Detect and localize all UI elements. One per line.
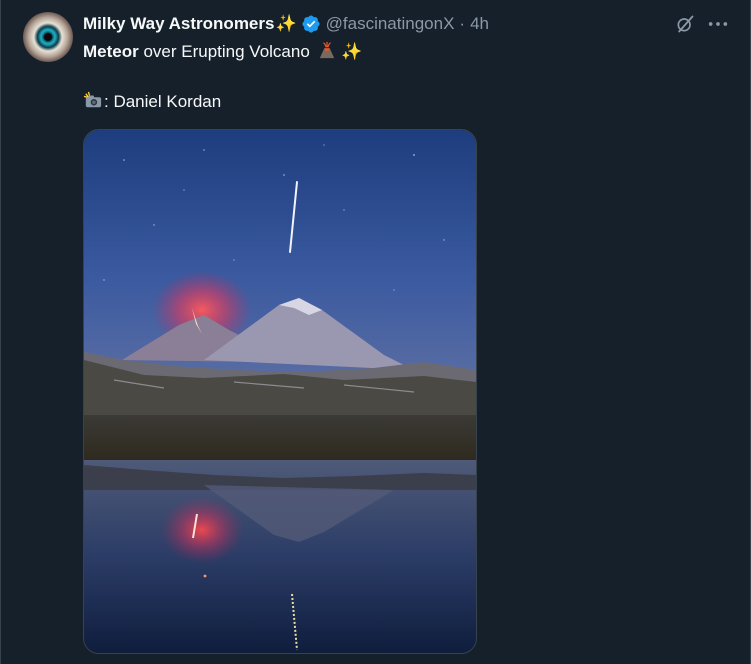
user-handle[interactable]: @fascinatingonX [326,14,455,34]
more-options-icon[interactable] [707,14,729,34]
tweet-text: over Erupting Volcano [138,42,310,61]
tweet-photo[interactable] [83,129,477,654]
photo-meteor-volcano [84,130,476,653]
separator-dot: · [459,14,466,33]
photo-credit: : Daniel Kordan [104,92,222,111]
tweet-text-line-2: : Daniel Kordan [83,91,221,113]
sparkle-emoji: ✨ [275,14,297,33]
camera-flash-emoji-icon [83,91,102,108]
grok-icon[interactable] [675,14,695,34]
display-name[interactable]: Milky Way Astronomers [83,14,274,34]
tweet-header: Milky Way Astronomers ✨ @fascinatingonX … [83,13,489,35]
volcano-emoji-icon [319,41,334,59]
avatar[interactable] [23,12,73,62]
timestamp[interactable]: 4h [470,14,489,34]
tweet-text-bold: Meteor [83,42,139,61]
tweet-card[interactable]: Milky Way Astronomers ✨ @fascinatingonX … [0,0,751,664]
verified-badge-icon[interactable] [301,14,321,34]
sparkle-emoji-trailing: ✨ [341,42,363,61]
tweet-text-line-1: Meteor over Erupting Volcano ✨ [83,41,362,63]
